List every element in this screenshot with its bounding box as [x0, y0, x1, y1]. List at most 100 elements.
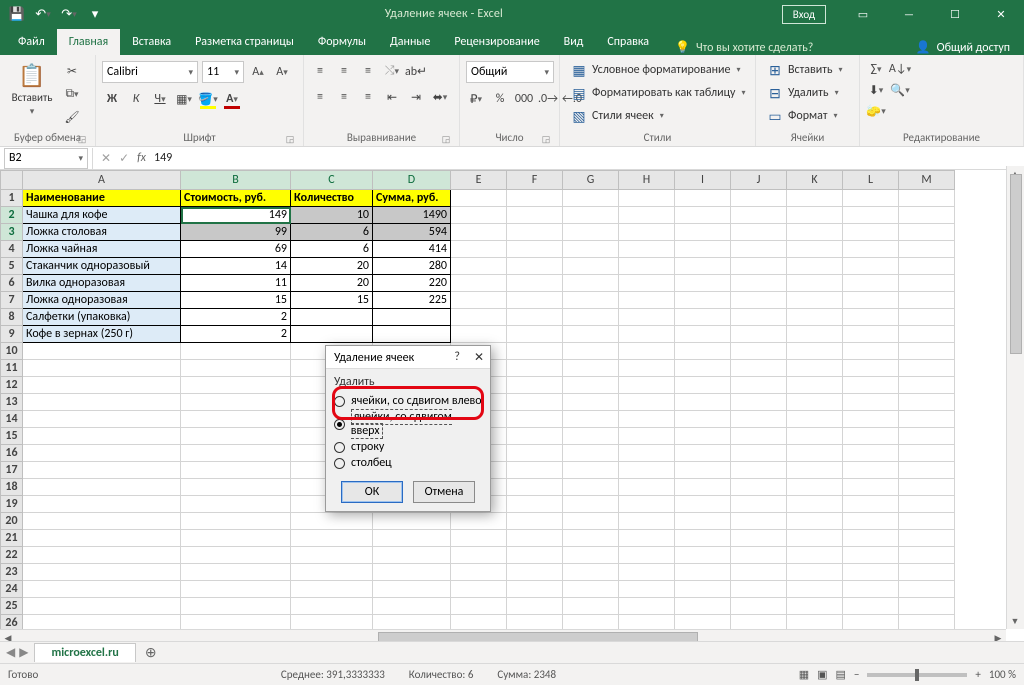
cell[interactable]: [843, 326, 899, 343]
cell[interactable]: [731, 462, 787, 479]
enter-formula-icon[interactable]: ✓: [119, 151, 129, 166]
cell[interactable]: [619, 292, 675, 309]
zoom-value[interactable]: 100 %: [989, 668, 1016, 681]
cell[interactable]: [675, 462, 731, 479]
cell[interactable]: [731, 581, 787, 598]
cell[interactable]: [787, 428, 843, 445]
cell[interactable]: [675, 530, 731, 547]
cell[interactable]: [451, 292, 507, 309]
cell[interactable]: [899, 547, 955, 564]
cell[interactable]: [563, 445, 619, 462]
cell[interactable]: [675, 258, 731, 275]
cell[interactable]: [291, 530, 373, 547]
cell[interactable]: 15: [291, 292, 373, 309]
cell[interactable]: [451, 581, 507, 598]
cell[interactable]: [373, 547, 451, 564]
cell[interactable]: [899, 462, 955, 479]
cell[interactable]: [787, 394, 843, 411]
row-header-4[interactable]: 4: [1, 241, 23, 258]
col-header-C[interactable]: C: [291, 171, 373, 190]
cell[interactable]: [899, 224, 955, 241]
fill-color-icon[interactable]: 🪣▾: [198, 89, 218, 109]
row-header-15[interactable]: 15: [1, 428, 23, 445]
cell[interactable]: [23, 581, 181, 598]
cell[interactable]: [843, 598, 899, 615]
cell[interactable]: [619, 462, 675, 479]
cell[interactable]: [899, 207, 955, 224]
cell[interactable]: [619, 326, 675, 343]
cell[interactable]: [787, 292, 843, 309]
cell[interactable]: [23, 445, 181, 462]
cell[interactable]: [563, 343, 619, 360]
dialog-radio-1[interactable]: ячейки, со сдвигом вверх: [334, 409, 482, 439]
cell[interactable]: [843, 513, 899, 530]
fx-icon[interactable]: fx: [137, 151, 146, 165]
cell[interactable]: [563, 428, 619, 445]
cell[interactable]: [181, 445, 291, 462]
cell[interactable]: [507, 326, 563, 343]
cell[interactable]: [675, 564, 731, 581]
cell[interactable]: [619, 190, 675, 207]
cell[interactable]: [291, 547, 373, 564]
cell[interactable]: [507, 479, 563, 496]
cell[interactable]: [23, 411, 181, 428]
zoom-slider[interactable]: [867, 673, 967, 677]
cell[interactable]: [675, 343, 731, 360]
cell[interactable]: [899, 530, 955, 547]
tab-file[interactable]: Файл: [6, 29, 57, 55]
cell[interactable]: [23, 377, 181, 394]
cell[interactable]: [181, 530, 291, 547]
cell[interactable]: [619, 343, 675, 360]
cell[interactable]: [619, 547, 675, 564]
cell[interactable]: [843, 190, 899, 207]
row-header-21[interactable]: 21: [1, 530, 23, 547]
cell[interactable]: [843, 360, 899, 377]
align-left-icon[interactable]: ≡: [310, 87, 330, 107]
row-header-7[interactable]: 7: [1, 292, 23, 309]
cell[interactable]: [563, 513, 619, 530]
insert-cells-button[interactable]: ⊞Вставить▾: [762, 59, 847, 81]
cell[interactable]: [787, 581, 843, 598]
cell[interactable]: 2: [181, 309, 291, 326]
cell[interactable]: [619, 207, 675, 224]
cell[interactable]: [181, 462, 291, 479]
table-header-cell[interactable]: Наименование: [23, 190, 181, 207]
cell[interactable]: 99: [181, 224, 291, 241]
zoom-in-icon[interactable]: +: [975, 668, 980, 681]
formula-input[interactable]: 149: [154, 151, 172, 165]
sort-filter-icon[interactable]: A↓▾: [890, 59, 910, 79]
cell[interactable]: [899, 598, 955, 615]
col-header-K[interactable]: K: [787, 171, 843, 190]
row-header-18[interactable]: 18: [1, 479, 23, 496]
new-sheet-icon[interactable]: ⊕: [140, 644, 162, 661]
cell[interactable]: [563, 326, 619, 343]
cell[interactable]: [899, 190, 955, 207]
cell[interactable]: [731, 241, 787, 258]
fill-icon[interactable]: ⬇▾: [866, 80, 886, 100]
cell[interactable]: [507, 428, 563, 445]
cell[interactable]: [843, 530, 899, 547]
cell[interactable]: [563, 411, 619, 428]
cell[interactable]: [181, 513, 291, 530]
cell[interactable]: [899, 241, 955, 258]
col-header-M[interactable]: M: [899, 171, 955, 190]
cell[interactable]: [619, 445, 675, 462]
font-name-dropdown[interactable]: Calibri▾: [102, 61, 198, 83]
vertical-scrollbar[interactable]: ▲▼: [1006, 166, 1024, 629]
cell[interactable]: [675, 479, 731, 496]
paste-button[interactable]: 📋 Вставить ▾: [6, 59, 58, 117]
cell[interactable]: [507, 564, 563, 581]
login-button[interactable]: Вход: [782, 5, 826, 24]
cell[interactable]: [843, 496, 899, 513]
view-page-layout-icon[interactable]: ▣: [817, 668, 827, 681]
italic-button[interactable]: К: [126, 89, 146, 109]
cell[interactable]: 6: [291, 224, 373, 241]
font-launcher-icon[interactable]: ◲: [285, 134, 295, 144]
view-page-break-icon[interactable]: ▤: [836, 668, 846, 681]
cell[interactable]: [563, 224, 619, 241]
cancel-formula-icon[interactable]: ✕: [101, 151, 111, 166]
minimize-icon[interactable]: —: [886, 0, 932, 28]
cell[interactable]: [787, 309, 843, 326]
cell[interactable]: [619, 377, 675, 394]
cell[interactable]: [899, 394, 955, 411]
